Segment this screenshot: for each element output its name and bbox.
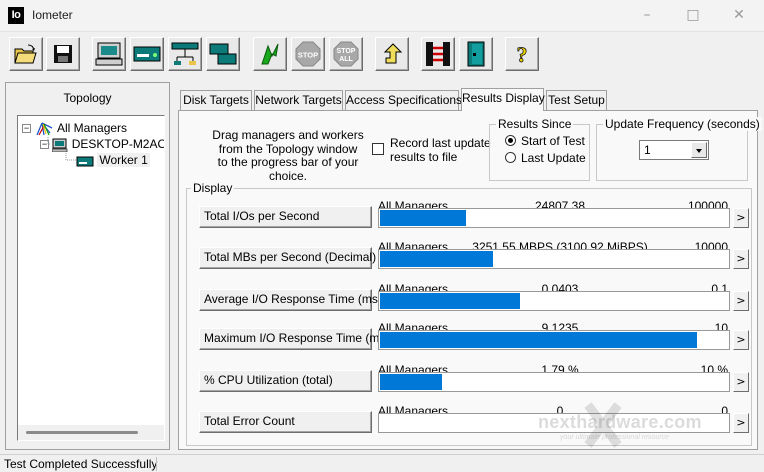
tab-network-targets[interactable]: Network Targets: [254, 90, 343, 110]
drag-hint-line: from the Topology window: [218, 141, 358, 156]
start-network-worker-icon[interactable]: [130, 37, 164, 71]
progress-bar[interactable]: [378, 249, 730, 269]
duplicate-worker-icon[interactable]: [206, 37, 240, 71]
metric-select-button[interactable]: % CPU Utilization (total): [199, 370, 372, 392]
reset-workers-icon[interactable]: [375, 37, 409, 71]
progress-bar[interactable]: [378, 330, 730, 350]
tree-lines: [47, 137, 76, 161]
record-results-checkbox[interactable]: [372, 143, 384, 155]
radio-start-of-test[interactable]: [505, 135, 516, 146]
app-icon: Io: [8, 7, 24, 24]
metric-select-button[interactable]: Total Error Count: [199, 411, 372, 433]
toolbar: STOP STOP ALL ?: [0, 33, 764, 79]
results-since-title: Results Since: [496, 117, 574, 131]
minimize-icon[interactable]: –: [624, 0, 670, 32]
chevron-right-icon[interactable]: >: [733, 413, 749, 433]
stop-icon[interactable]: STOP: [291, 37, 325, 71]
maximize-icon[interactable]: □: [670, 0, 716, 32]
close-icon[interactable]: ✕: [716, 0, 762, 32]
progress-bar[interactable]: [378, 291, 730, 311]
stop-label: STOP: [298, 51, 318, 60]
window-title: Iometer: [32, 8, 73, 22]
status-bar: Test Completed Successfully: [0, 454, 764, 472]
exit-icon[interactable]: [459, 37, 493, 71]
radio-last-update[interactable]: [505, 152, 516, 163]
record-label-line: results to file: [390, 149, 458, 164]
help-icon[interactable]: ?: [505, 37, 539, 71]
disconnect-managers-icon[interactable]: [421, 37, 455, 71]
drag-hint-line: to the progress bar of your choice.: [217, 155, 359, 183]
progress-bar-fill: [380, 293, 520, 309]
start-disk-worker-icon[interactable]: [92, 37, 126, 71]
progress-bar-fill: [380, 374, 442, 390]
chevron-down-icon[interactable]: [691, 142, 707, 158]
tree-horizontal-scrollbar[interactable]: [18, 425, 164, 440]
drag-hint: Drag managers and workers from the Topol…: [198, 128, 378, 183]
chevron-right-icon[interactable]: >: [733, 249, 749, 269]
progress-bar-fill: [380, 332, 697, 348]
stop-all-icon[interactable]: STOP ALL: [329, 37, 363, 71]
topology-title: Topology: [63, 91, 112, 105]
chevron-right-icon[interactable]: >: [733, 208, 749, 228]
stop-all-label: STOP: [337, 48, 356, 55]
update-frequency-value: 1: [644, 143, 651, 157]
open-config-icon[interactable]: [9, 37, 43, 71]
update-frequency-select[interactable]: 1: [639, 140, 709, 160]
stop-all-sublabel: ALL: [339, 56, 353, 63]
metric-select-button[interactable]: Maximum I/O Response Time (ms): [199, 328, 389, 350]
metric-select-button[interactable]: Total I/Os per Second: [199, 206, 372, 228]
progress-bar[interactable]: [378, 413, 730, 433]
tab-test-setup[interactable]: Test Setup: [546, 90, 607, 110]
topology-panel: Topology − All Managers − DESKTOP-M2AO6 …: [5, 82, 170, 450]
update-frequency-title: Update Frequency (seconds): [603, 117, 762, 131]
progress-bar-fill: [380, 210, 466, 226]
status-text: Test Completed Successfully: [4, 457, 158, 471]
start-manager-icon[interactable]: [168, 37, 202, 71]
topology-tree[interactable]: − All Managers − DESKTOP-M2AO6 Worker 1: [17, 115, 165, 441]
progress-bar-fill: [380, 251, 493, 267]
help-label: ?: [517, 42, 528, 67]
save-config-icon[interactable]: [46, 37, 80, 71]
progress-bar[interactable]: [378, 208, 730, 228]
chevron-right-icon[interactable]: >: [733, 372, 749, 392]
drag-hint-line: Drag managers and workers: [212, 128, 364, 142]
tab-access-specifications[interactable]: Access Specifications: [345, 90, 462, 110]
metric-select-button[interactable]: Total MBs per Second (Decimal): [199, 247, 376, 269]
scrollbar-thumb[interactable]: [26, 431, 138, 434]
metric-select-button[interactable]: Average I/O Response Time (ms): [199, 289, 382, 311]
title-bar: Io Iometer – □ ✕: [0, 0, 764, 32]
tab-disk-targets[interactable]: Disk Targets: [180, 90, 252, 110]
status-divider: [156, 457, 157, 471]
record-label-line: Record last update: [390, 136, 491, 150]
radio-label-start-of-test: Start of Test: [521, 134, 585, 148]
progress-bar[interactable]: [378, 372, 730, 392]
record-results-label: Record last update results to file: [390, 136, 491, 164]
radio-label-last-update: Last Update: [521, 151, 586, 165]
tab-results-display[interactable]: Results Display: [461, 88, 545, 111]
chevron-right-icon[interactable]: >: [733, 291, 749, 311]
start-tests-icon[interactable]: [253, 37, 287, 71]
chevron-right-icon[interactable]: >: [733, 330, 749, 350]
display-title: Display: [191, 181, 235, 195]
